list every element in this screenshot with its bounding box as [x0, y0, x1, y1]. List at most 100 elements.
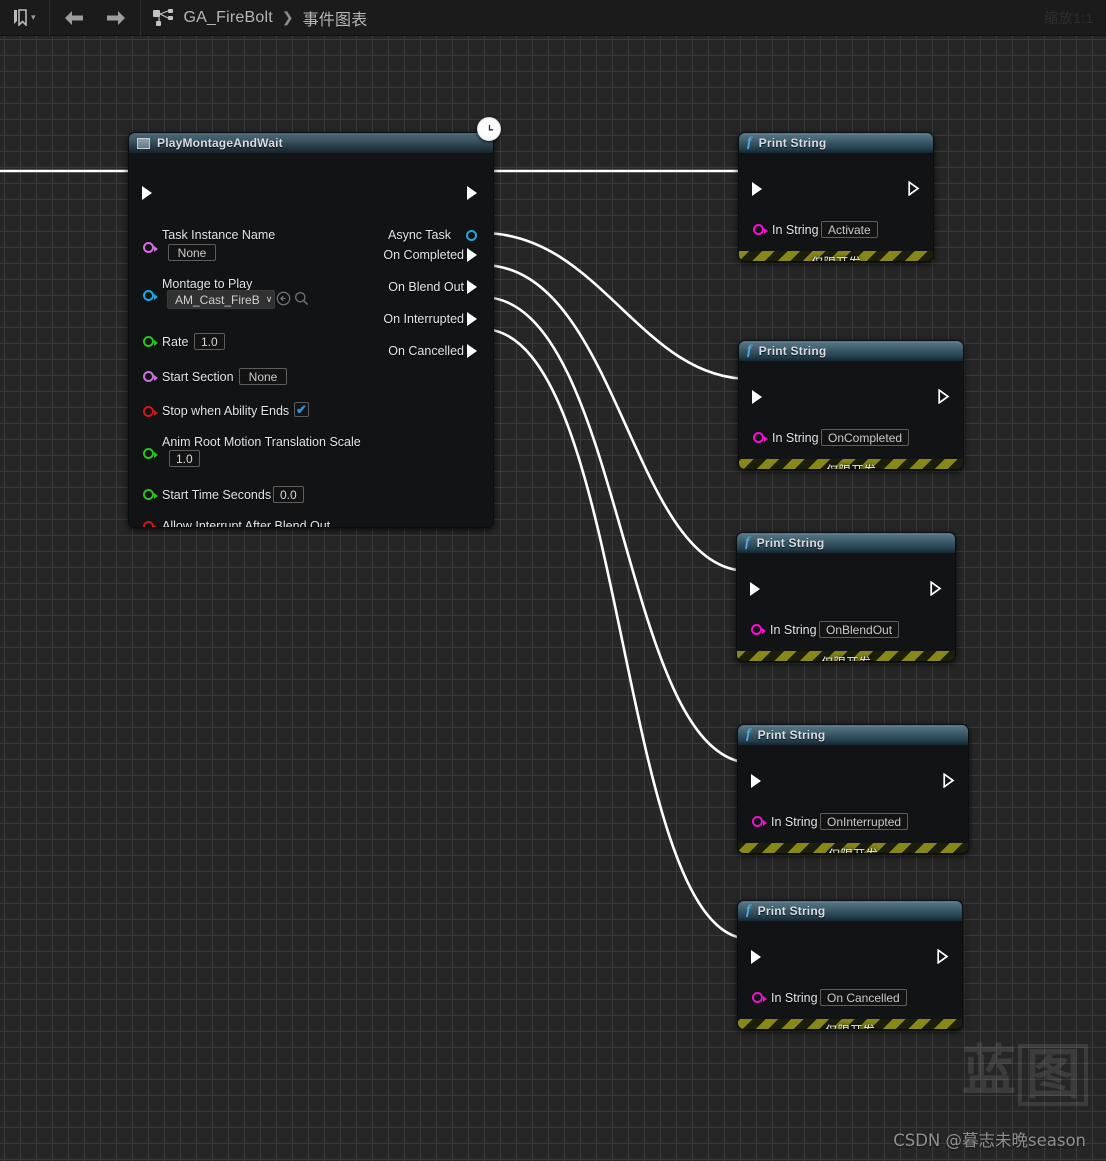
development-only-label: 仅限开发	[811, 252, 861, 262]
back-button[interactable]	[60, 5, 88, 31]
development-only-banner: 仅限开发	[739, 251, 933, 262]
node-header[interactable]: f Print String	[737, 533, 955, 554]
pin-label-anim-root-motion-translation-scale: Anim Root Motion Translation Scale	[162, 435, 361, 449]
value-start-time-seconds[interactable]: 0.0	[273, 486, 304, 503]
pin-in-string[interactable]	[751, 624, 766, 635]
development-only-label: 仅限开发	[826, 460, 876, 470]
pin-in-string[interactable]	[752, 992, 767, 1003]
pin-start-section[interactable]	[143, 371, 158, 382]
value-montage-to-play[interactable]: AM_Cast_FireB ∨	[167, 290, 275, 309]
function-icon: f	[745, 535, 750, 550]
node-box-icon	[137, 137, 150, 149]
pin-label-stop-when-ability-ends: Stop when Ability Ends	[162, 404, 290, 418]
exec-pin-in[interactable]	[752, 182, 762, 196]
blueprint-graph-canvas[interactable]: PlayMontageAndWait Task Instance Name No…	[0, 36, 1106, 1161]
pin-label-start-time-seconds: Start Time Seconds	[162, 488, 272, 502]
node-title: Print String	[757, 904, 826, 918]
watermark-logo: 蓝 图	[962, 1044, 1088, 1106]
pin-label-in-string: In String	[770, 623, 817, 637]
pin-task-instance-name[interactable]	[143, 242, 158, 253]
exec-pin-out[interactable]	[943, 773, 955, 788]
pin-montage-to-play[interactable]	[143, 290, 158, 301]
node-print-string[interactable]: f Print String In String Activate 仅限开发 ∨	[738, 132, 934, 262]
exec-pin-in[interactable]	[750, 582, 760, 596]
bookmark-chevron-down-icon: ▾	[31, 12, 36, 22]
exec-pin-out[interactable]	[908, 181, 920, 196]
pin-label-in-string: In String	[771, 991, 818, 1005]
node-header[interactable]: f Print String	[738, 901, 962, 922]
node-header[interactable]: PlayMontageAndWait	[129, 133, 493, 154]
node-title: Print String	[758, 136, 827, 150]
exec-pin-on-interrupted[interactable]	[467, 312, 477, 326]
exec-pin-out[interactable]	[938, 389, 950, 404]
value-in-string[interactable]: Activate	[821, 221, 878, 238]
exec-pin-on-blend-out[interactable]	[467, 280, 477, 294]
exec-pin-on-completed[interactable]	[467, 248, 477, 262]
development-only-banner: 仅限开发	[737, 651, 955, 662]
exec-pin-in[interactable]	[751, 774, 761, 788]
value-rate[interactable]: 1.0	[194, 333, 225, 350]
exec-pin-out[interactable]	[937, 949, 949, 964]
pin-allow-interrupt-after-blend-out[interactable]	[143, 521, 158, 527]
exec-pin-in[interactable]	[142, 186, 152, 200]
value-in-string[interactable]: OnBlendOut	[819, 621, 900, 638]
value-anim-root-motion-translation-scale[interactable]: 1.0	[169, 450, 200, 467]
value-in-string[interactable]: OnInterrupted	[820, 813, 909, 830]
development-only-label: 仅限开发	[828, 844, 878, 854]
breadcrumb-graph[interactable]: 事件图表	[303, 6, 368, 30]
asset-picker-button[interactable]	[294, 291, 309, 306]
node-print-string[interactable]: f Print String In String On Cancelled 仅限…	[737, 900, 963, 1030]
node-graph-icon	[152, 8, 173, 26]
checkbox-stop-when-ability-ends[interactable]: ✔	[294, 402, 309, 417]
exec-pin-on-cancelled[interactable]	[467, 344, 477, 358]
pin-in-string[interactable]	[753, 432, 768, 443]
exec-pin-in[interactable]	[752, 390, 762, 404]
node-header[interactable]: f Print String	[739, 341, 963, 362]
forward-button[interactable]	[102, 5, 130, 31]
browse-to-asset-button[interactable]	[276, 291, 291, 306]
breadcrumb-asset[interactable]: GA_FireBolt	[184, 9, 273, 27]
pin-label-start-section: Start Section	[162, 370, 234, 384]
watermark-logo-char-2: 图	[1018, 1044, 1088, 1106]
pin-label-on-interrupted: On Interrupted	[383, 312, 464, 326]
pin-in-string[interactable]	[753, 224, 768, 235]
exec-pin-out[interactable]	[930, 581, 942, 596]
node-print-string[interactable]: f Print String In String OnCompleted 仅限开…	[738, 340, 964, 470]
pin-label-on-completed: On Completed	[383, 248, 464, 262]
value-start-section[interactable]: None	[239, 368, 287, 385]
value-task-instance-name[interactable]: None	[168, 244, 216, 261]
value-in-string[interactable]: OnCompleted	[821, 429, 910, 446]
exec-pin-out[interactable]	[467, 186, 477, 200]
pin-anim-root-motion-translation-scale[interactable]	[143, 448, 158, 459]
node-header[interactable]: f Print String	[739, 133, 933, 154]
chevron-down-icon: ∨	[265, 294, 273, 304]
value-in-string[interactable]: On Cancelled	[820, 989, 907, 1006]
node-title: Print String	[758, 344, 827, 358]
exec-pin-in[interactable]	[751, 950, 761, 964]
wire-on-completed-to-print-2	[480, 231, 752, 381]
zoom-level-label: 缩放1:1	[1044, 10, 1094, 26]
arrow-right-icon	[106, 10, 125, 25]
watermark-logo-char-1: 蓝	[962, 1039, 1016, 1102]
node-print-string[interactable]: f Print String In String OnInterrupted 仅…	[737, 724, 969, 854]
bookmark-icon	[14, 9, 27, 26]
function-icon: f	[746, 727, 751, 742]
pin-stop-when-ability-ends[interactable]	[143, 406, 158, 417]
node-title: Print String	[756, 536, 825, 550]
pin-label-task-instance-name: Task Instance Name	[162, 228, 276, 242]
node-title: Print String	[757, 728, 826, 742]
node-play-montage-and-wait[interactable]: PlayMontageAndWait Task Instance Name No…	[128, 132, 494, 528]
development-only-label: 仅限开发	[825, 1020, 875, 1030]
pin-async-task[interactable]	[466, 230, 477, 241]
pin-in-string[interactable]	[752, 816, 767, 827]
breadcrumb: GA_FireBolt ❯ 事件图表	[141, 0, 368, 36]
pin-start-time-seconds[interactable]	[143, 489, 158, 500]
node-print-string[interactable]: f Print String In String OnBlendOut 仅限开发…	[736, 532, 956, 662]
node-header[interactable]: f Print String	[738, 725, 968, 746]
pin-rate[interactable]	[143, 336, 158, 347]
development-only-banner: 仅限开发	[738, 1019, 962, 1030]
bookmark-button[interactable]: ▾	[10, 5, 39, 31]
development-only-label: 仅限开发	[821, 652, 871, 662]
pin-label-on-cancelled: On Cancelled	[388, 344, 464, 358]
development-only-banner: 仅限开发	[738, 843, 968, 854]
